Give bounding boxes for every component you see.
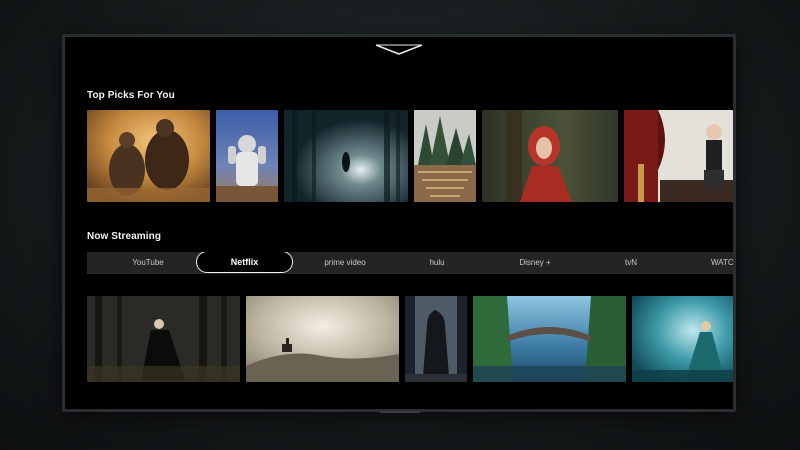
top-pick-tile-4[interactable] — [414, 110, 476, 202]
blue-mist-girl-thumbnail — [632, 296, 733, 382]
dark-forest-woman-thumbnail — [87, 296, 240, 382]
stone-bridge-thumbnail — [473, 296, 626, 382]
chevron-down-icon[interactable] — [375, 43, 423, 57]
tv-screen: Top Picks For You Now Streaming YouTube … — [65, 37, 733, 409]
streaming-tile-2[interactable] — [246, 296, 399, 382]
streaming-tile-1[interactable] — [87, 296, 240, 382]
astronaut-thumbnail — [216, 110, 278, 202]
provider-tab-bar: YouTube Netflix prime video hulu Disney … — [87, 252, 733, 274]
now-streaming-title: Now Streaming — [87, 231, 162, 242]
provider-tab-watcha[interactable]: WATC — [711, 252, 733, 274]
provider-tab-hulu[interactable]: hulu — [391, 252, 483, 274]
top-pick-tile-5[interactable] — [482, 110, 618, 202]
provider-tab-disney[interactable]: Disney + — [485, 252, 585, 274]
provider-tab-youtube[interactable]: YouTube — [87, 252, 209, 274]
horse-rider-thumbnail — [246, 296, 399, 382]
top-pick-tile-1[interactable] — [87, 110, 210, 202]
red-hood-girl-thumbnail — [482, 110, 618, 202]
top-pick-tile-2[interactable] — [216, 110, 278, 202]
foggy-forest-thumbnail — [284, 110, 408, 202]
top-pick-tile-6[interactable] — [624, 110, 733, 202]
top-pick-tile-3[interactable] — [284, 110, 408, 202]
provider-tab-tvn[interactable]: tvN — [585, 252, 677, 274]
streaming-tile-4[interactable] — [473, 296, 626, 382]
provider-tab-prime-video[interactable]: prime video — [299, 252, 391, 274]
hooded-figure-thumbnail — [405, 296, 467, 382]
tv-stand — [380, 411, 420, 413]
desert-warriors-thumbnail — [87, 110, 210, 202]
streaming-tile-3[interactable] — [405, 296, 467, 382]
girl-theater-thumbnail — [624, 110, 733, 202]
maze-forest-thumbnail — [414, 110, 476, 202]
provider-tab-netflix[interactable]: Netflix — [196, 252, 293, 273]
streaming-tile-5[interactable] — [632, 296, 733, 382]
top-picks-title: Top Picks For You — [87, 90, 175, 101]
